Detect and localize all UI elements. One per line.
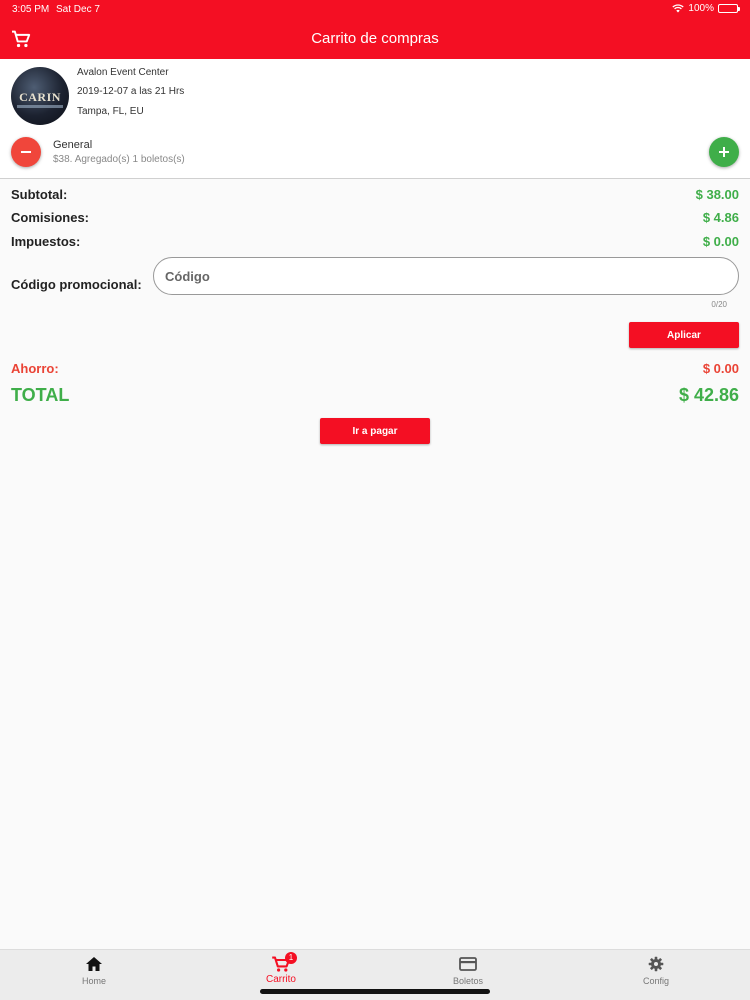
promo-code-label: Código promocional:: [11, 277, 142, 292]
tab-config-label: Config: [642, 976, 669, 986]
home-indicator: [260, 989, 490, 994]
poster-title: CARIN: [19, 90, 61, 104]
status-bar: 3:05 PM Sat Dec 7 100%: [0, 0, 750, 18]
status-date: Sat Dec 7: [56, 4, 100, 15]
subtotal-label: Subtotal:: [11, 187, 68, 202]
app-header: 3:05 PM Sat Dec 7 100% Carrito de compra…: [0, 0, 750, 59]
commissions-label: Comisiones:: [11, 210, 90, 225]
tab-cart-label: Carrito: [265, 974, 296, 985]
ticket-card-icon: [459, 957, 477, 971]
battery-icon: [718, 4, 740, 13]
gear-icon: [648, 956, 664, 972]
home-icon: [86, 957, 102, 971]
tab-config[interactable]: Config: [562, 950, 750, 990]
checkout-button[interactable]: Ir a pagar: [320, 418, 430, 444]
subtotal-value: $ 38.00: [695, 187, 739, 202]
battery-percent: 100%: [688, 3, 714, 14]
increase-quantity-button[interactable]: [709, 137, 739, 167]
event-date: 2019-12-07 a las 21 Hrs: [77, 86, 185, 97]
tab-cart[interactable]: 1 Carrito: [187, 950, 375, 990]
promo-char-counter: 0/20: [711, 300, 727, 309]
cart-badge: 1: [285, 952, 297, 964]
wifi-icon: [672, 4, 685, 13]
savings-label: Ahorro:: [11, 361, 59, 376]
ticket-summary: $38. Agregado(s) 1 boletos(s): [53, 154, 185, 165]
taxes-label: Impuestos:: [11, 234, 81, 249]
event-poster: CARIN: [11, 67, 69, 125]
total-label: TOTAL: [11, 385, 70, 405]
total-value: $ 42.86: [678, 385, 739, 405]
decrease-quantity-button[interactable]: [11, 137, 41, 167]
plus-icon: [719, 147, 729, 157]
apply-promo-button[interactable]: Aplicar: [629, 322, 739, 348]
promo-code-input[interactable]: [153, 257, 739, 295]
tab-tickets-label: Boletos: [452, 976, 484, 986]
event-venue: Avalon Event Center: [77, 67, 169, 78]
tab-tickets[interactable]: Boletos: [374, 950, 562, 990]
commissions-value: $ 4.86: [702, 210, 739, 225]
event-city: Tampa, FL, EU: [77, 106, 144, 117]
status-time: 3:05 PM: [12, 4, 50, 15]
poster-band: [17, 105, 63, 108]
ticket-type: General: [53, 139, 93, 151]
taxes-value: $ 0.00: [702, 234, 739, 249]
savings-value: $ 0.00: [702, 361, 739, 376]
status-right: 100%: [672, 3, 740, 14]
cart-item: CARIN Avalon Event Center 2019-12-07 a l…: [0, 59, 750, 179]
minus-icon: [21, 151, 31, 153]
tab-home-label: Home: [81, 976, 106, 986]
page-title: Carrito de compras: [311, 30, 439, 47]
tab-home[interactable]: Home: [0, 950, 188, 990]
